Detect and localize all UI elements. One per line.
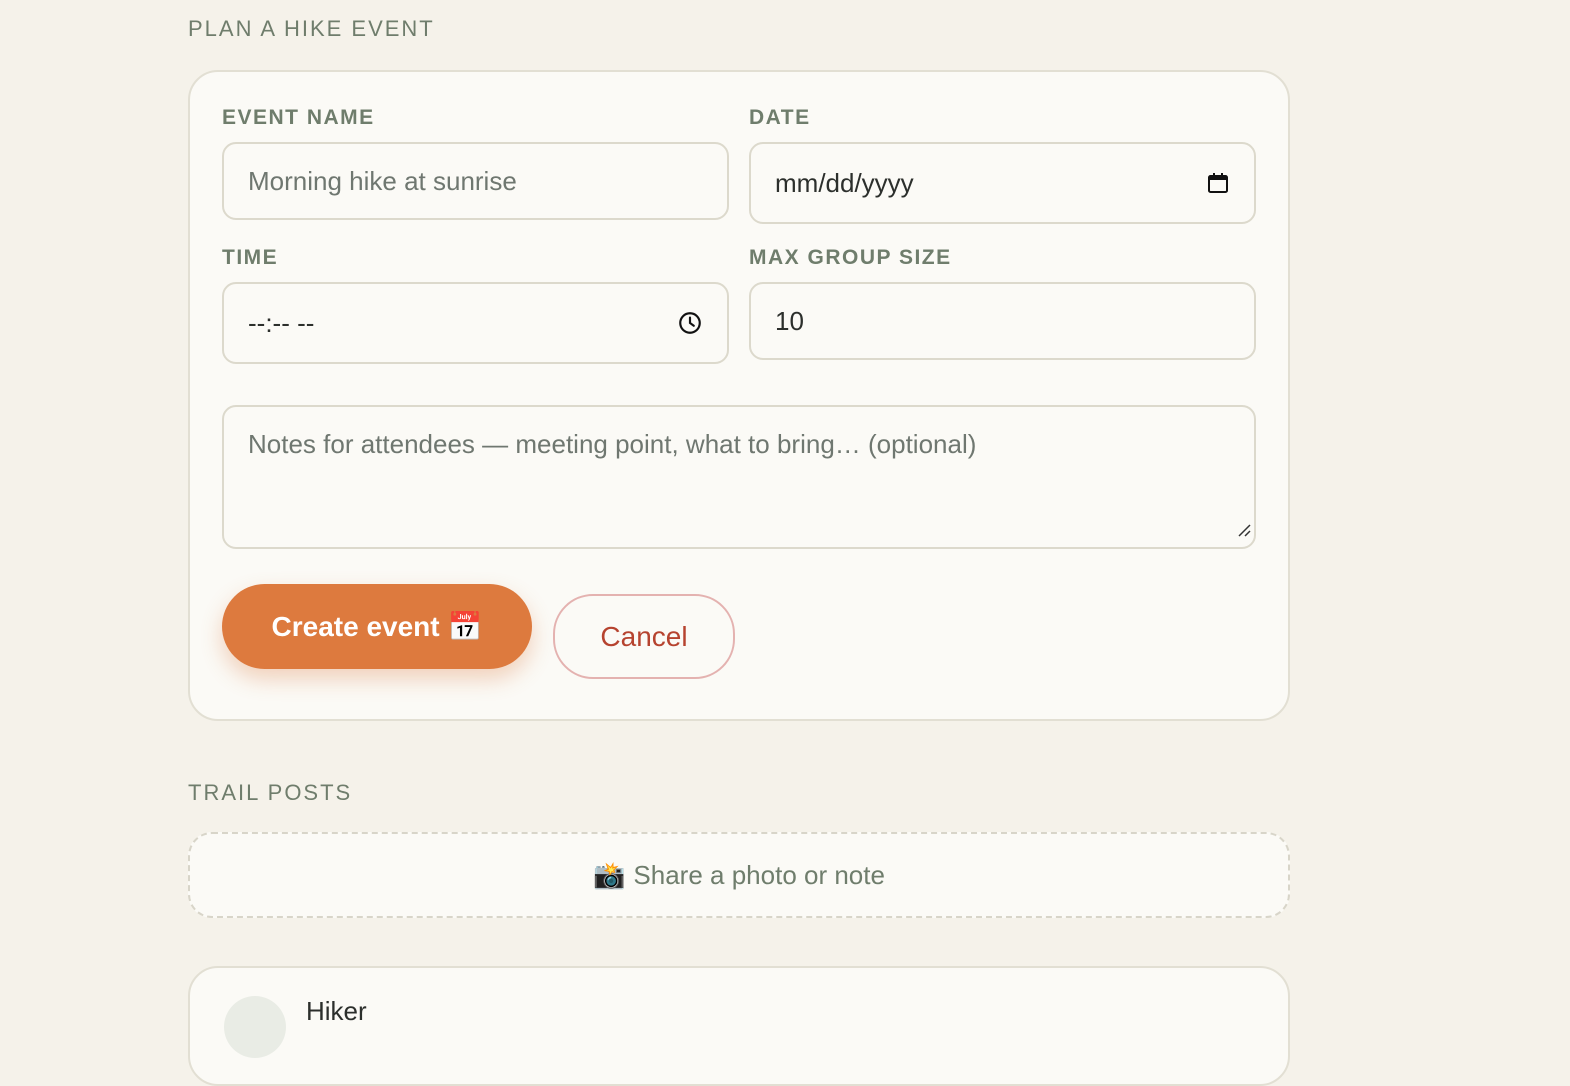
time-value: --:-- -- <box>248 307 315 338</box>
cancel-button[interactable]: Cancel <box>553 594 735 679</box>
clock-icon[interactable] <box>677 310 703 336</box>
avatar <box>224 996 286 1058</box>
calendar-emoji-icon: 📅 <box>447 611 483 642</box>
plan-event-section-title: PLAN A HIKE EVENT <box>188 16 435 41</box>
trail-posts-section-title: TRAIL POSTS <box>188 780 353 805</box>
create-event-button[interactable]: Create event 📅 <box>222 584 532 669</box>
notes-textarea[interactable]: Notes for attendees — meeting point, wha… <box>222 405 1256 549</box>
plan-event-form-card: EVENT NAME Morning hike at sunrise DATE … <box>188 70 1290 721</box>
date-value: mm/dd/yyyy <box>775 167 914 198</box>
resize-handle-icon[interactable] <box>1234 514 1252 545</box>
event-name-input[interactable]: Morning hike at sunrise <box>222 142 729 220</box>
date-input[interactable]: mm/dd/yyyy <box>749 142 1256 224</box>
post-card: Hiker <box>188 966 1290 1086</box>
notes-placeholder: Notes for attendees — meeting point, wha… <box>248 429 977 459</box>
share-photo-button[interactable]: 📸 Share a photo or note <box>188 832 1290 918</box>
date-label: DATE <box>749 106 811 129</box>
camera-icon: 📸 <box>593 859 626 890</box>
share-label: Share a photo or note <box>633 859 885 890</box>
max-group-size-value: 10 <box>775 305 804 336</box>
time-label: TIME <box>222 246 279 269</box>
event-name-label: EVENT NAME <box>222 106 375 129</box>
max-group-size-input[interactable]: 10 <box>749 282 1256 360</box>
cancel-label: Cancel <box>600 620 688 652</box>
max-group-size-label: MAX GROUP SIZE <box>749 246 952 269</box>
time-input[interactable]: --:-- -- <box>222 282 729 364</box>
event-name-placeholder: Morning hike at sunrise <box>248 165 517 196</box>
post-author: Hiker <box>306 996 367 1026</box>
create-event-label: Create event <box>271 610 440 642</box>
calendar-icon[interactable] <box>1206 171 1230 195</box>
